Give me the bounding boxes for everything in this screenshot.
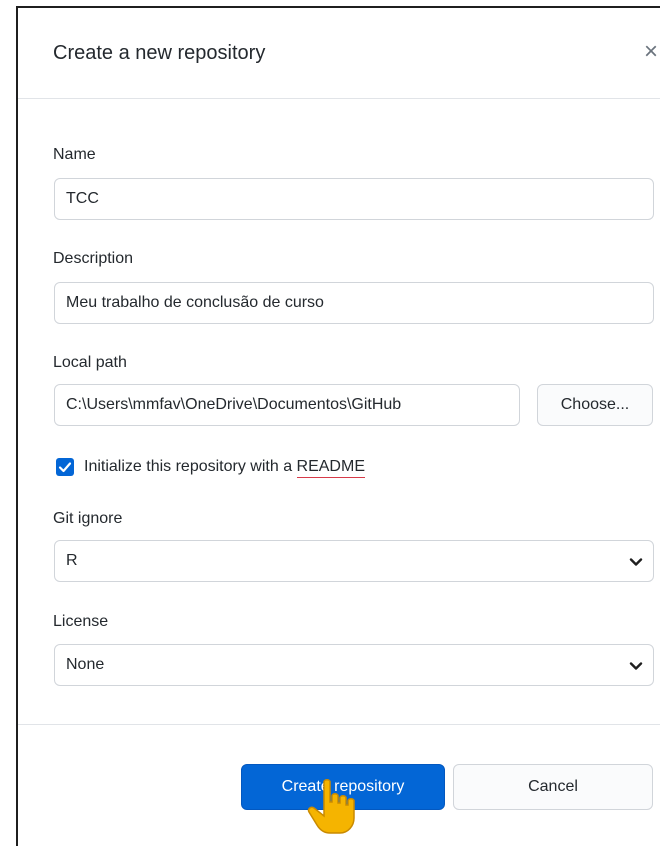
gitignore-selected-value: R (66, 552, 78, 569)
name-input[interactable]: TCC (54, 178, 654, 220)
readme-checkbox-label: Initialize this repository with a README (84, 458, 365, 478)
gitignore-label: Git ignore (53, 510, 123, 527)
license-select[interactable]: None (54, 644, 654, 686)
readme-label-prefix: Initialize this repository with a (84, 458, 297, 475)
cancel-button[interactable]: Cancel (453, 764, 653, 810)
create-repository-dialog: Create a new repository × Name TCC Descr… (16, 6, 660, 846)
chevron-down-icon (629, 558, 643, 566)
gitignore-select[interactable]: R (54, 540, 654, 582)
description-label: Description (53, 250, 134, 267)
chevron-down-icon (629, 662, 643, 670)
checkmark-icon (58, 462, 72, 473)
local-path-label: Local path (53, 354, 127, 371)
choose-button[interactable]: Choose... (537, 384, 653, 426)
close-icon[interactable]: × (644, 38, 658, 66)
readme-keyword: README (296, 458, 365, 478)
license-label: License (53, 613, 109, 630)
license-selected-value: None (66, 656, 105, 673)
hand-pointer-icon (307, 779, 355, 834)
dialog-title: Create a new repository (53, 42, 266, 64)
local-path-input[interactable]: C:\Users\mmfav\OneDrive\Documentos\GitHu… (54, 384, 520, 426)
footer-divider (18, 724, 660, 725)
readme-checkbox[interactable] (56, 458, 74, 476)
dialog-header: Create a new repository × (18, 8, 660, 99)
description-input[interactable]: Meu trabalho de conclusão de curso (54, 282, 654, 324)
name-label: Name (53, 146, 96, 163)
